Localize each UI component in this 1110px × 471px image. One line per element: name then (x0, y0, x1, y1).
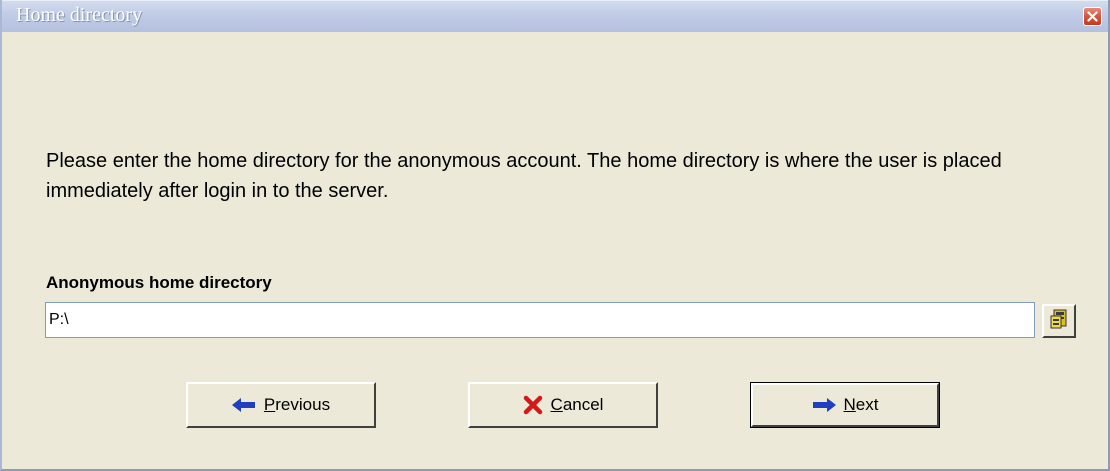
instructions-text: Please enter the home directory for the … (46, 150, 1002, 202)
cancel-label-rest: ancel (562, 395, 604, 414)
previous-button[interactable]: Previous (186, 382, 376, 428)
next-button[interactable]: Next (750, 382, 940, 428)
browse-button[interactable] (1042, 304, 1076, 338)
next-label: Next (844, 395, 879, 415)
previous-accel: P (263, 395, 276, 414)
cancel-label: Cancel (551, 395, 604, 415)
red-x-icon (523, 395, 543, 415)
cancel-accel: C (550, 395, 563, 414)
arrow-right-icon (812, 398, 836, 412)
home-directory-input[interactable] (45, 302, 1035, 338)
cancel-button[interactable]: Cancel (468, 382, 658, 428)
window-title: Home directory (16, 4, 143, 26)
home-directory-dialog: Home directory Please enter the home dir… (0, 0, 1110, 471)
close-button[interactable] (1083, 7, 1102, 26)
arrow-left-icon (231, 398, 256, 412)
next-accel: N (843, 395, 856, 414)
title-bar[interactable]: Home directory (2, 0, 1108, 32)
close-icon (1087, 11, 1098, 22)
previous-label-rest: revious (275, 395, 331, 414)
next-button-face: Next (751, 383, 939, 427)
previous-label: Previous (264, 395, 330, 415)
home-directory-label: Anonymous home directory (46, 273, 272, 292)
next-label-rest: ext (855, 395, 879, 414)
folder-browse-icon (1048, 308, 1070, 335)
